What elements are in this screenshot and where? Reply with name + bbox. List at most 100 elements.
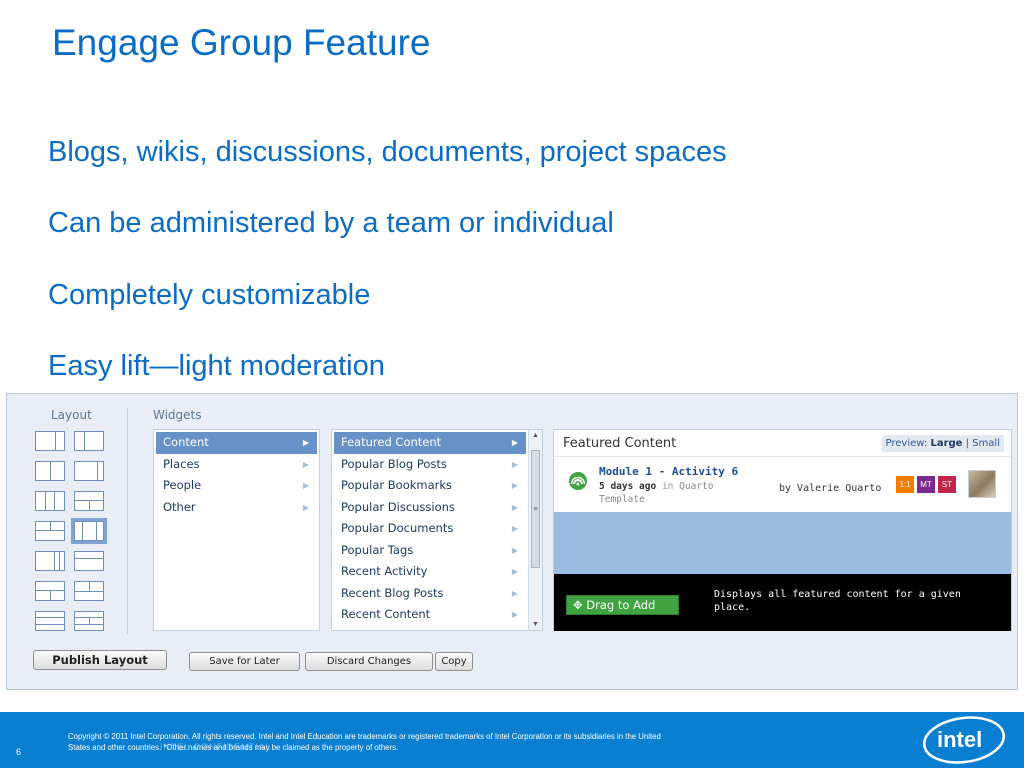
item-author: by Valerie Quarto — [779, 483, 882, 494]
drop-area — [554, 512, 1011, 574]
description-line-1: Displays all featured content for a give… — [714, 589, 961, 600]
layout-option-14[interactable] — [74, 611, 104, 631]
category-label: Other — [163, 499, 196, 514]
widget-preview-panel: Featured Content Preview: Large | Small … — [553, 429, 1012, 631]
page-number: 6 — [16, 747, 22, 757]
intel-logo-icon: intel — [923, 716, 1005, 764]
widget-description: Displays all featured content for a give… — [714, 588, 961, 614]
layout-option-10[interactable] — [74, 551, 104, 571]
widget-label: Recent Content — [341, 607, 431, 621]
widget-list: Featured Content ▶ Popular Blog Posts ▶ Po… — [331, 429, 543, 631]
item-place[interactable]: Quarto — [679, 481, 713, 492]
widget-label: Popular Bookmarks — [341, 478, 453, 492]
category-people[interactable]: People ▶ — [156, 475, 317, 497]
widget-label: Featured Content — [341, 435, 442, 449]
move-icon: ✥ — [573, 598, 583, 612]
item-place-2[interactable]: Template — [599, 494, 645, 505]
widget-label: Recent Activity — [341, 564, 428, 578]
widget-label: Popular Discussions — [341, 499, 455, 514]
copy-button[interactable]: Copy — [435, 652, 473, 671]
logo-text: intel — [937, 727, 982, 752]
scroll-down-icon[interactable]: ▼ — [529, 621, 542, 628]
widget-recent-content[interactable]: Recent Content ▶ — [334, 604, 526, 626]
category-content[interactable]: Content ▶ — [156, 432, 317, 454]
preview-size-toggle: Preview: Large | Small — [881, 435, 1004, 452]
layout-option-11[interactable] — [35, 581, 65, 601]
item-title[interactable]: Module 1 - Activity 6 — [599, 465, 738, 478]
bullet-4: Easy lift—light moderation — [48, 350, 385, 382]
widget-label: Popular Documents — [341, 521, 454, 535]
preview-small-link[interactable]: Small — [972, 438, 1000, 449]
widget-list-scrollbar[interactable]: ▲ ≡ ▼ — [528, 430, 542, 630]
preview-large-link[interactable]: Large — [930, 438, 962, 449]
divider — [127, 408, 128, 634]
category-label: People — [163, 478, 202, 492]
chevron-right-icon: ▶ — [511, 588, 518, 598]
preview-title: Featured Content — [563, 436, 677, 451]
chevron-right-icon: ▶ — [302, 459, 309, 469]
layout-option-13[interactable] — [35, 611, 65, 631]
badge-1-1: 1:1 — [896, 476, 914, 493]
widget-info-bar: ✥ Drag to Add Displays all featured cont… — [554, 574, 1011, 631]
chevron-right-icon: ▶ — [302, 502, 309, 512]
widget-popular-discussions[interactable]: Popular Discussions ▶ — [334, 497, 526, 519]
publish-layout-button[interactable]: Publish Layout — [33, 650, 167, 670]
save-for-later-button[interactable]: Save for Later — [189, 652, 300, 671]
chevron-right-icon: ▶ — [511, 481, 518, 490]
feed-icon — [569, 472, 587, 490]
layout-option-3[interactable] — [35, 461, 65, 481]
item-in: in — [661, 481, 674, 492]
bullet-1: Blogs, wikis, discussions, documents, pr… — [48, 136, 727, 168]
widget-popular-bookmarks[interactable]: Popular Bookmarks ▶ — [334, 475, 526, 497]
layout-option-7[interactable] — [35, 521, 65, 541]
layout-label: Layout — [51, 408, 92, 422]
layout-option-9[interactable] — [35, 551, 65, 571]
widget-recent-activity[interactable]: Recent Activity ▶ — [334, 561, 526, 583]
chevron-right-icon: ▶ — [511, 545, 518, 555]
widget-popular-documents[interactable]: Popular Documents ▶ — [334, 518, 526, 540]
chevron-right-icon: ▶ — [511, 610, 518, 619]
item-meta: 5 days ago in Quarto Template — [599, 480, 713, 506]
widget-category-list: Content ▶ Places ▶ People ▶ Other ▶ — [153, 429, 320, 631]
widget-label: Popular Blog Posts — [341, 456, 447, 471]
copyright-text: Copyright © 2011 Intel Corporation. All … — [68, 731, 758, 753]
avatar[interactable] — [968, 470, 996, 498]
drag-to-add-button[interactable]: ✥ Drag to Add — [566, 595, 679, 615]
widget-featured-content[interactable]: Featured Content ▶ — [334, 432, 526, 454]
category-label: Content — [163, 435, 209, 449]
item-age: 5 days ago — [599, 481, 657, 492]
chevron-right-icon: ▶ — [302, 438, 309, 447]
scroll-up-icon[interactable]: ▲ — [529, 432, 542, 439]
widget-recent-blog-posts[interactable]: Recent Blog Posts ▶ — [334, 583, 526, 605]
scrollbar-thumb[interactable]: ≡ — [531, 450, 540, 568]
layout-option-2[interactable] — [74, 431, 104, 451]
layout-option-8-selected[interactable] — [71, 518, 107, 544]
badge-mt: MT — [917, 476, 935, 493]
chevron-right-icon: ▶ — [511, 524, 518, 533]
slide-title: Engage Group Feature — [52, 22, 431, 63]
bullet-3: Completely customizable — [48, 279, 371, 311]
layout-option-6[interactable] — [74, 491, 104, 511]
layout-option-12[interactable] — [74, 581, 104, 601]
description-line-2: place. — [714, 602, 751, 613]
widget-label: Recent Blog Posts — [341, 585, 444, 600]
layout-option-5[interactable] — [35, 491, 65, 511]
drag-label: Drag to Add — [586, 598, 656, 612]
preview-prefix: Preview: — [885, 438, 928, 449]
badge-st: ST — [938, 476, 956, 493]
toggle-separator: | — [965, 438, 970, 449]
bullet-2: Can be administered by a team or individ… — [48, 207, 614, 239]
category-places[interactable]: Places ▶ — [156, 454, 317, 476]
category-label: Places — [163, 456, 200, 471]
slide-footer: 6 INTEL CONFIDENTIAL Copyright © 2011 In… — [0, 712, 1024, 768]
category-other[interactable]: Other ▶ — [156, 497, 317, 519]
widget-popular-tags[interactable]: Popular Tags ▶ — [334, 540, 526, 562]
copyright-line-2: States and other countries. *Other names… — [68, 743, 399, 752]
chevron-right-icon: ▶ — [511, 459, 518, 469]
discard-changes-button[interactable]: Discard Changes — [305, 652, 433, 671]
widgets-label: Widgets — [153, 408, 202, 422]
layout-option-4[interactable] — [74, 461, 104, 481]
chevron-right-icon: ▶ — [302, 481, 309, 490]
widget-popular-blog-posts[interactable]: Popular Blog Posts ▶ — [334, 454, 526, 476]
layout-option-1[interactable] — [35, 431, 65, 451]
